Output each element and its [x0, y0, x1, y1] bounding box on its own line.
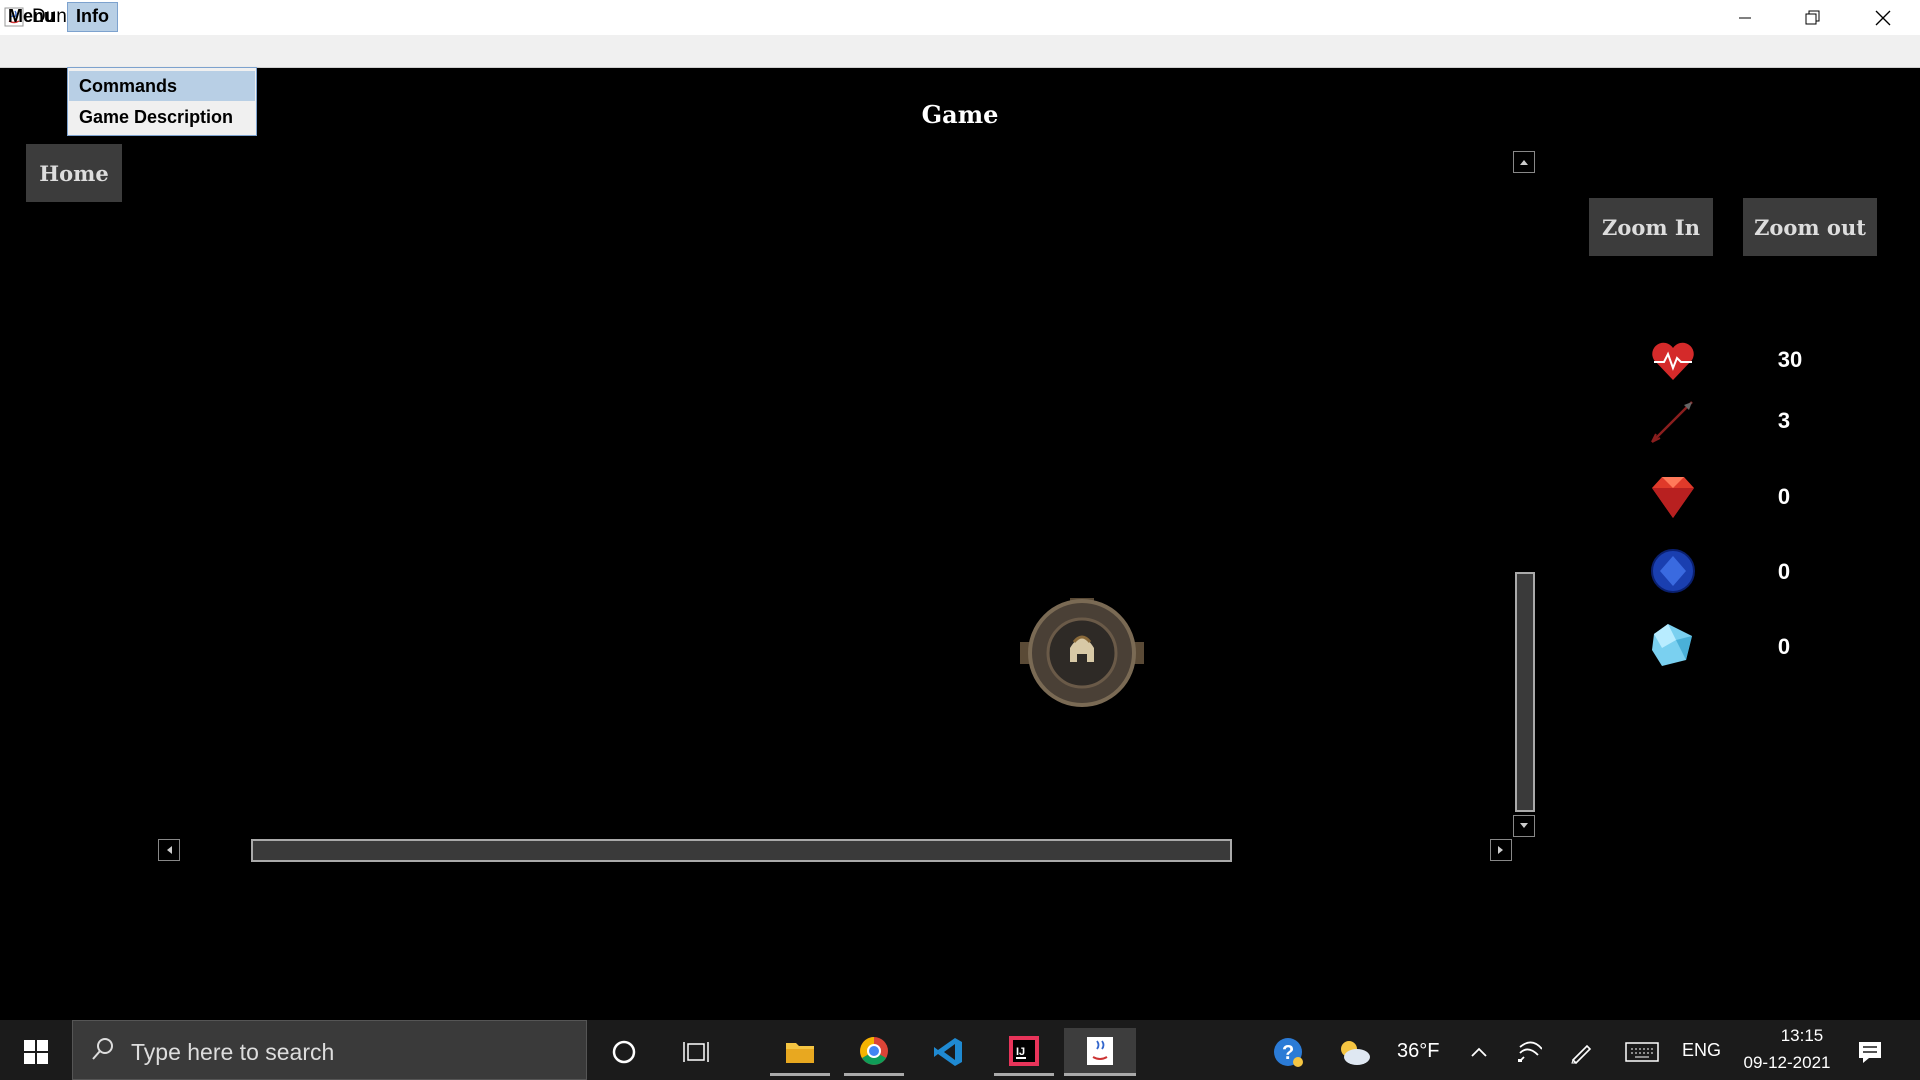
scroll-down-button[interactable] [1513, 815, 1535, 837]
menu-info[interactable]: Info [67, 2, 118, 32]
dropdown-item-game-description[interactable]: Game Description [69, 102, 255, 132]
help-icon[interactable]: ? [1258, 1028, 1318, 1076]
chevron-up-icon[interactable] [1462, 1028, 1496, 1076]
keyboard-icon[interactable] [1622, 1028, 1662, 1076]
menu-bar [0, 35, 1920, 68]
vertical-scrollbar-thumb[interactable] [1515, 572, 1535, 812]
notifications-icon[interactable] [1840, 1028, 1900, 1076]
close-button[interactable] [1848, 0, 1918, 35]
diamond-icon [1648, 620, 1698, 670]
intellij-icon[interactable]: IJ [994, 1028, 1054, 1076]
horizontal-scrollbar-thumb[interactable] [251, 839, 1232, 862]
search-icon [90, 1036, 116, 1062]
scroll-up-button[interactable] [1513, 151, 1535, 173]
vscode-icon[interactable] [918, 1028, 978, 1076]
windows-start-icon[interactable] [6, 1028, 66, 1076]
dropdown-item-commands[interactable]: Commands [69, 71, 255, 101]
java-taskbar-icon[interactable] [1064, 1028, 1136, 1076]
file-explorer-icon[interactable] [770, 1028, 830, 1076]
clock-time[interactable]: 13:15 [1760, 1026, 1844, 1046]
zoom-out-button[interactable]: Zoom out [1743, 198, 1877, 256]
heart-health-icon [1648, 336, 1698, 386]
ruby-icon [1648, 472, 1698, 522]
minimize-button[interactable] [1710, 0, 1780, 35]
weather-icon[interactable] [1336, 1028, 1372, 1076]
language-indicator[interactable]: ENG [1682, 1040, 1721, 1061]
game-title: Game [921, 100, 999, 129]
info-dropdown: Commands Game Description [67, 67, 257, 136]
chrome-icon[interactable] [844, 1028, 904, 1076]
title-bar: Dungeon [0, 0, 1920, 35]
svg-text:?: ? [1282, 1042, 1294, 1064]
arrows-value: 3 [1777, 408, 1791, 433]
player-cave-tile [1020, 598, 1144, 708]
clock-date[interactable]: 09-12-2021 [1730, 1053, 1844, 1073]
home-button[interactable]: Home [26, 144, 122, 202]
weather-temperature[interactable]: 36°F [1397, 1040, 1439, 1063]
scroll-left-button[interactable] [158, 839, 180, 861]
scroll-right-button[interactable] [1490, 839, 1512, 861]
network-icon[interactable] [1512, 1028, 1546, 1076]
sapphire-value: 0 [1777, 559, 1791, 584]
health-value: 30 [1777, 347, 1803, 372]
pen-icon[interactable] [1564, 1028, 1598, 1076]
menu-menu[interactable]: Menu [0, 2, 63, 30]
cortana-icon[interactable] [594, 1028, 654, 1076]
task-view-icon[interactable] [666, 1028, 726, 1076]
svg-text:IJ: IJ [1016, 1046, 1025, 1058]
ruby-value: 0 [1777, 484, 1791, 509]
zoom-in-button[interactable]: Zoom In [1589, 198, 1713, 256]
sapphire-icon [1648, 546, 1698, 596]
search-placeholder: Type here to search [131, 1039, 335, 1065]
restore-button[interactable] [1778, 0, 1848, 35]
diamond-value: 0 [1777, 634, 1791, 659]
arrow-icon [1648, 396, 1698, 446]
